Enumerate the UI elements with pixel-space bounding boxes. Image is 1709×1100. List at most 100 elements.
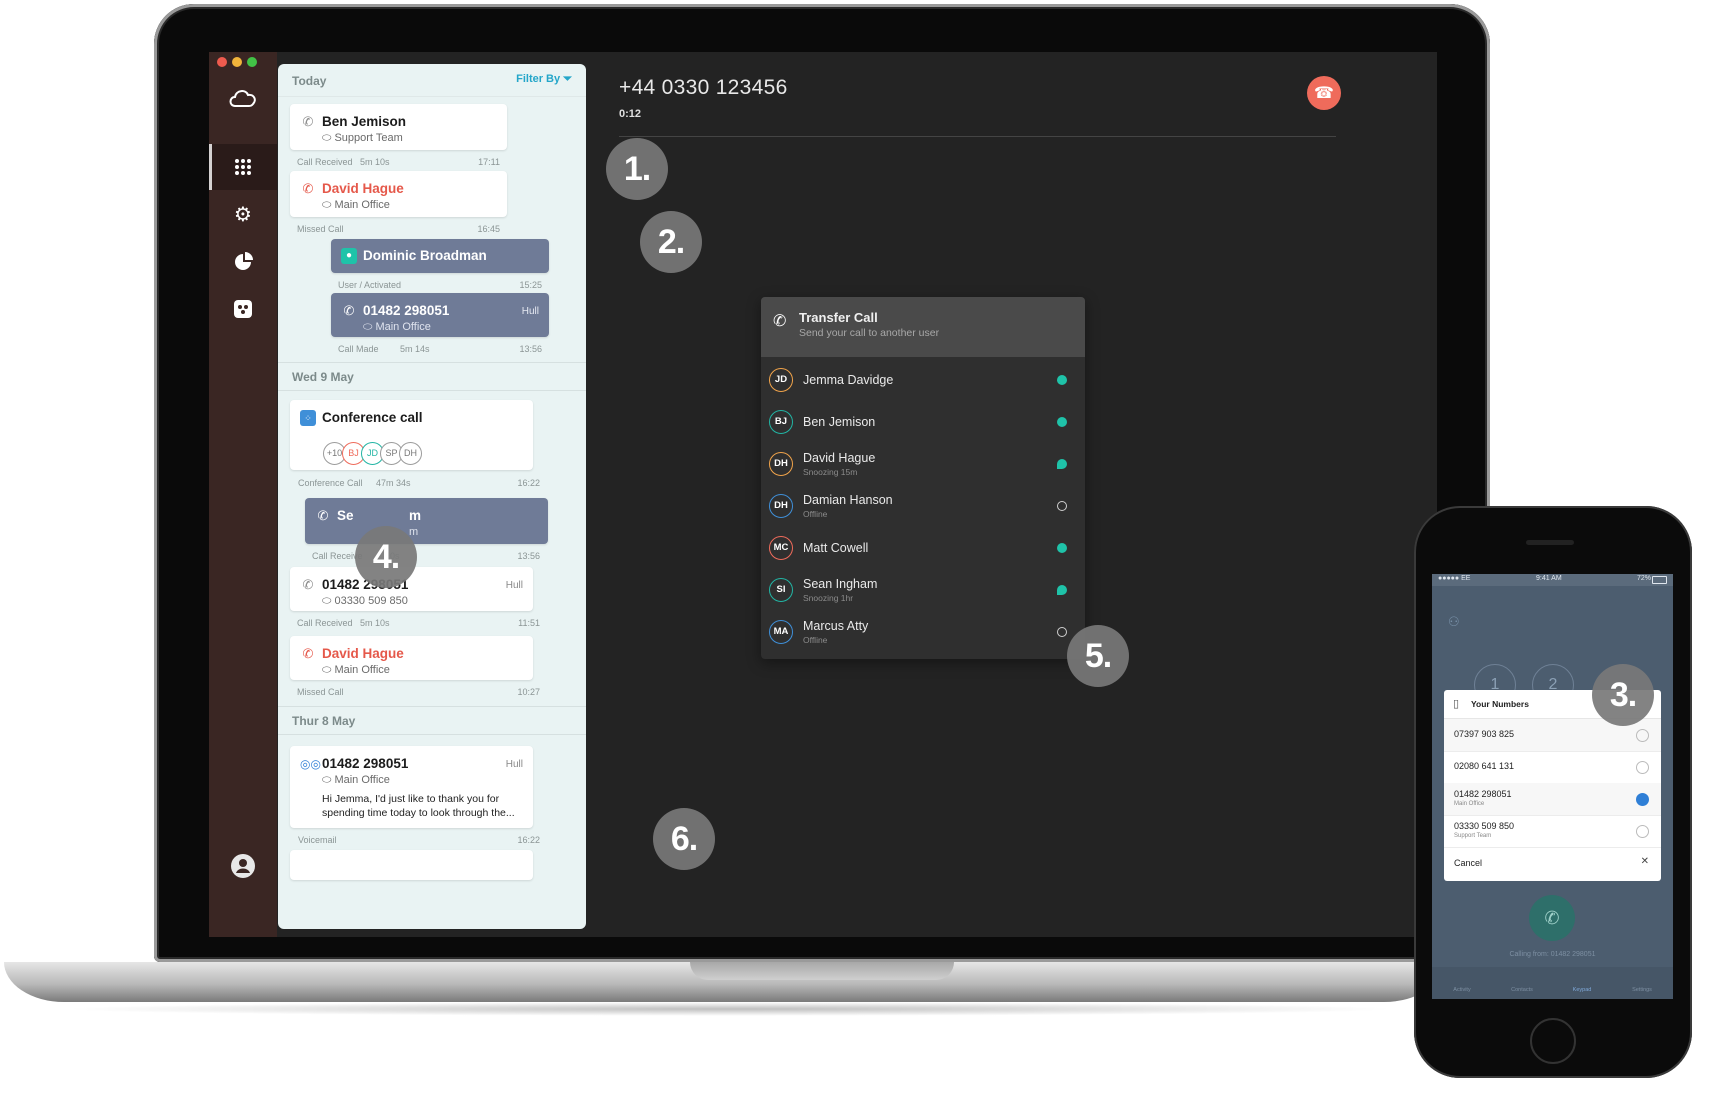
laptop-notch [690,962,954,980]
gear-icon[interactable]: ⚙ [227,198,259,230]
tab-activity[interactable]: Activity [1440,987,1484,993]
activity-card[interactable]: ◎◎ 01482 298051 ⬭ Main Office Hull Hi Je… [290,746,533,828]
radio-button[interactable] [1636,729,1649,742]
card-meta-time: 13:56 [519,344,542,354]
card-title: David Hague [322,181,404,196]
activity-card[interactable] [290,850,533,880]
card-subtitle: ⬭ Main Office [322,774,390,786]
conference-dice-icon[interactable] [227,293,259,325]
phone-icon: ✆ [1544,908,1560,928]
user-avatar-icon[interactable] [227,850,259,882]
hangup-button[interactable]: ☎ [1307,76,1341,110]
tab-settings[interactable]: Settings [1620,987,1664,993]
section-wed: Wed 9 May [292,370,354,384]
transfer-user-row[interactable]: MA Marcus Atty Offline [761,611,1085,653]
section-today: Today [292,74,327,88]
transfer-user-row[interactable]: MC Matt Cowell [761,527,1085,569]
activity-card[interactable]: ✆ Se m m [305,498,548,544]
divider [619,136,1336,137]
voicemail-icon: ◎◎ [300,757,321,771]
card-meta-duration: 5m 14s [400,344,430,354]
radio-button-selected[interactable] [1636,793,1649,806]
callout-badge: 5. [1067,625,1129,687]
cancel-button[interactable]: Cancel [1454,858,1482,868]
call-timer: 0:12 [619,108,642,120]
stats-pie-icon[interactable] [227,246,259,278]
cancel-row[interactable]: Cancel ✕ [1444,847,1661,879]
divider [278,706,586,707]
transfer-user-row[interactable]: SI Sean Ingham Snoozing 1hr [761,569,1085,611]
missed-call-icon: ✆ [302,646,314,661]
phone-screen: ●●●●● EE 9:41 AM 72% ⚇ 1 2 ▯ Your Number… [1432,574,1673,999]
card-meta-time: 11:51 [518,618,540,628]
phone-home-button[interactable] [1530,1018,1576,1064]
number-option[interactable]: 02080 641 131 [1444,751,1661,784]
offline-status-icon [1057,627,1067,637]
transfer-user-row[interactable]: DH Damian Hanson Offline [761,485,1085,527]
activity-card[interactable]: ✆ Ben Jemison ⬭ Support Team [290,104,507,150]
close-icon[interactable]: ✕ [1641,856,1649,867]
callout-badge: 1. [606,138,668,200]
phone-device-icon: ▯ [1453,698,1460,710]
filter-icon: ⏷ [563,73,572,85]
transfer-user-row[interactable]: BJ Ben Jemison [761,401,1085,443]
maximize-window-button[interactable] [247,57,257,67]
battery-icon [1652,576,1667,584]
user-name: Damian Hanson [803,493,893,507]
add-contact-icon[interactable]: ⚇ [1448,614,1460,630]
radio-button[interactable] [1636,825,1649,838]
snooze-status-icon [1057,459,1067,469]
avatar: DH [769,494,793,518]
carrier: ●●●●● EE [1438,575,1471,582]
card-meta-time: 13:56 [517,551,540,561]
offline-status-icon [1057,501,1067,511]
activity-card[interactable]: ✆ 01482 298051 ⬭ Main Office Hull [331,293,549,337]
card-subtitle: ⬭ Main Office [322,664,390,676]
activity-card[interactable]: ✆ David Hague ⬭ Main Office [290,636,533,680]
user-name: Ben Jemison [803,415,876,429]
number-option[interactable]: 01482 298051 Main Office [1444,783,1661,816]
keypad-icon[interactable] [227,151,259,183]
phone-outgoing-icon: ✆ [343,303,355,318]
close-window-button[interactable] [217,57,227,67]
activity-header: Today Filter By ⏷ [278,64,586,97]
callout-badge: 3. [1592,664,1654,726]
user-status-text: Offline [803,509,828,519]
transfer-call-panel: ✆ Transfer Call Send your call to anothe… [761,297,1085,659]
callout-badge: 2. [640,211,702,273]
activity-card[interactable]: ⁘ Conference call +10 BJ JD SP DH [290,400,533,470]
card-meta-duration: 47m 34s [376,478,411,488]
user-name: Sean Ingham [803,577,878,591]
user-status-text: Snoozing 15m [803,467,858,477]
filter-by-button[interactable]: Filter By ⏷ [516,73,572,86]
online-status-icon [1057,543,1067,553]
tab-keypad[interactable]: Keypad [1560,987,1604,993]
card-meta-type: Missed Call [297,224,344,234]
card-meta-time: 16:45 [477,224,500,234]
number-value: 07397 903 825 [1454,729,1515,739]
phone-tab-bar: Activity Contacts Keypad Settings [1432,967,1673,999]
callout-badge: 4. [355,526,417,588]
calling-from[interactable]: Calling from: 01482 298051 [1432,951,1673,958]
phone-speaker [1526,540,1574,545]
number-option[interactable]: 03330 509 850 Support Team [1444,815,1661,848]
minimize-window-button[interactable] [232,57,242,67]
activity-card[interactable]: ✆ David Hague ⬭ Main Office [290,171,507,217]
card-title: Ben Jemison [322,114,407,129]
numbers-title: Your Numbers [1471,699,1529,709]
card-subtitle: ⬭ Main Office [363,321,431,333]
card-meta-time: 16:22 [517,478,540,488]
tab-contacts[interactable]: Contacts [1500,987,1544,993]
card-meta-time: 15:25 [519,280,542,290]
transfer-user-row[interactable]: DH David Hague Snoozing 15m [761,443,1085,485]
card-meta-duration: 5m 10s [360,618,390,628]
card-subtitle: ⬭ Support Team [322,132,403,144]
call-button[interactable]: ✆ [1529,895,1575,941]
activity-feed: Today Filter By ⏷ ✆ Ben Jemison ⬭ Suppor… [278,64,586,929]
activity-card[interactable]: ● Dominic Broadman [331,239,549,273]
voicemail-preview: Hi Jemma, I'd just like to thank you for… [322,793,515,819]
transfer-user-row[interactable]: JD Jemma Davidge [761,359,1085,401]
phone-clock: 9:41 AM [1536,575,1562,582]
radio-button[interactable] [1636,761,1649,774]
online-status-icon [1057,417,1067,427]
